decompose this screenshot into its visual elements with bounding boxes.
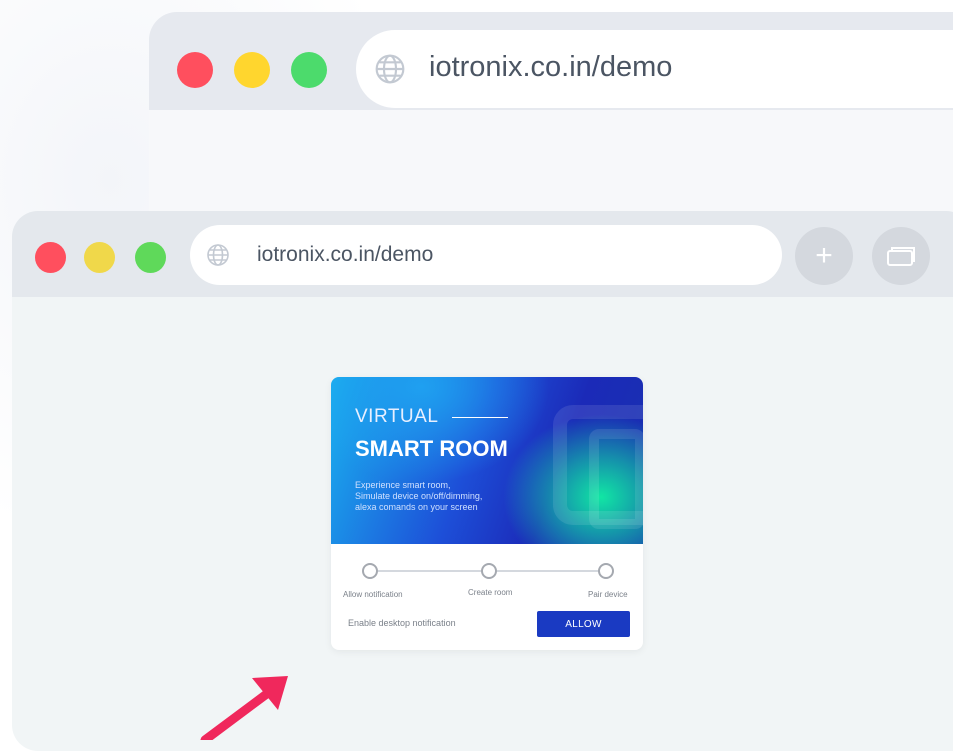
back-address-bar[interactable]: iotronix.co.in/demo xyxy=(356,30,953,108)
close-window-button[interactable] xyxy=(177,52,213,88)
step-node-create-room xyxy=(481,563,497,579)
arrow-icon xyxy=(200,676,288,740)
setup-steps: Allow notification Create room Pair devi… xyxy=(331,544,643,650)
tabs-overview-button[interactable] xyxy=(872,227,930,285)
back-url-text: iotronix.co.in/demo xyxy=(429,51,673,83)
hero-description: Experience smart room, Simulate device o… xyxy=(355,480,555,513)
hero-description-line: Experience smart room, xyxy=(355,480,451,490)
plus-icon: + xyxy=(815,239,833,272)
step-label-pair-device: Pair device xyxy=(588,590,628,599)
hero-title-line1: VIRTUAL xyxy=(355,406,439,427)
hero-title-line2: SMART ROOM xyxy=(355,436,508,461)
notification-prompt-text: Enable desktop notification xyxy=(348,618,456,628)
title-divider xyxy=(452,417,508,418)
step-node-allow-notification xyxy=(362,563,378,579)
front-address-bar[interactable]: iotronix.co.in/demo xyxy=(190,225,782,285)
minimize-window-button[interactable] xyxy=(84,242,115,273)
maximize-window-button[interactable] xyxy=(291,52,327,88)
front-browser-toolbar: iotronix.co.in/demo + xyxy=(12,211,953,297)
new-tab-button[interactable]: + xyxy=(795,227,853,285)
maximize-window-button[interactable] xyxy=(135,242,166,273)
close-window-button[interactable] xyxy=(35,242,66,273)
allow-button[interactable]: ALLOW xyxy=(537,611,630,637)
windows-icon xyxy=(887,247,915,266)
decorative-shape xyxy=(589,429,643,529)
step-label-create-room: Create room xyxy=(468,588,513,597)
globe-icon xyxy=(375,54,405,84)
front-url-text: iotronix.co.in/demo xyxy=(257,243,434,266)
globe-icon xyxy=(207,244,229,266)
step-label-allow-notification: Allow notification xyxy=(343,590,403,599)
hero-description-line: Simulate device on/off/dimming, xyxy=(355,491,483,501)
minimize-window-button[interactable] xyxy=(234,52,270,88)
demo-card: VIRTUAL SMART ROOM Experience smart room… xyxy=(331,377,643,650)
hero-description-line: alexa comands on your screen xyxy=(355,502,478,512)
hero-banner: VIRTUAL SMART ROOM Experience smart room… xyxy=(331,377,643,544)
back-browser-toolbar: iotronix.co.in/demo xyxy=(149,12,953,110)
step-node-pair-device xyxy=(598,563,614,579)
